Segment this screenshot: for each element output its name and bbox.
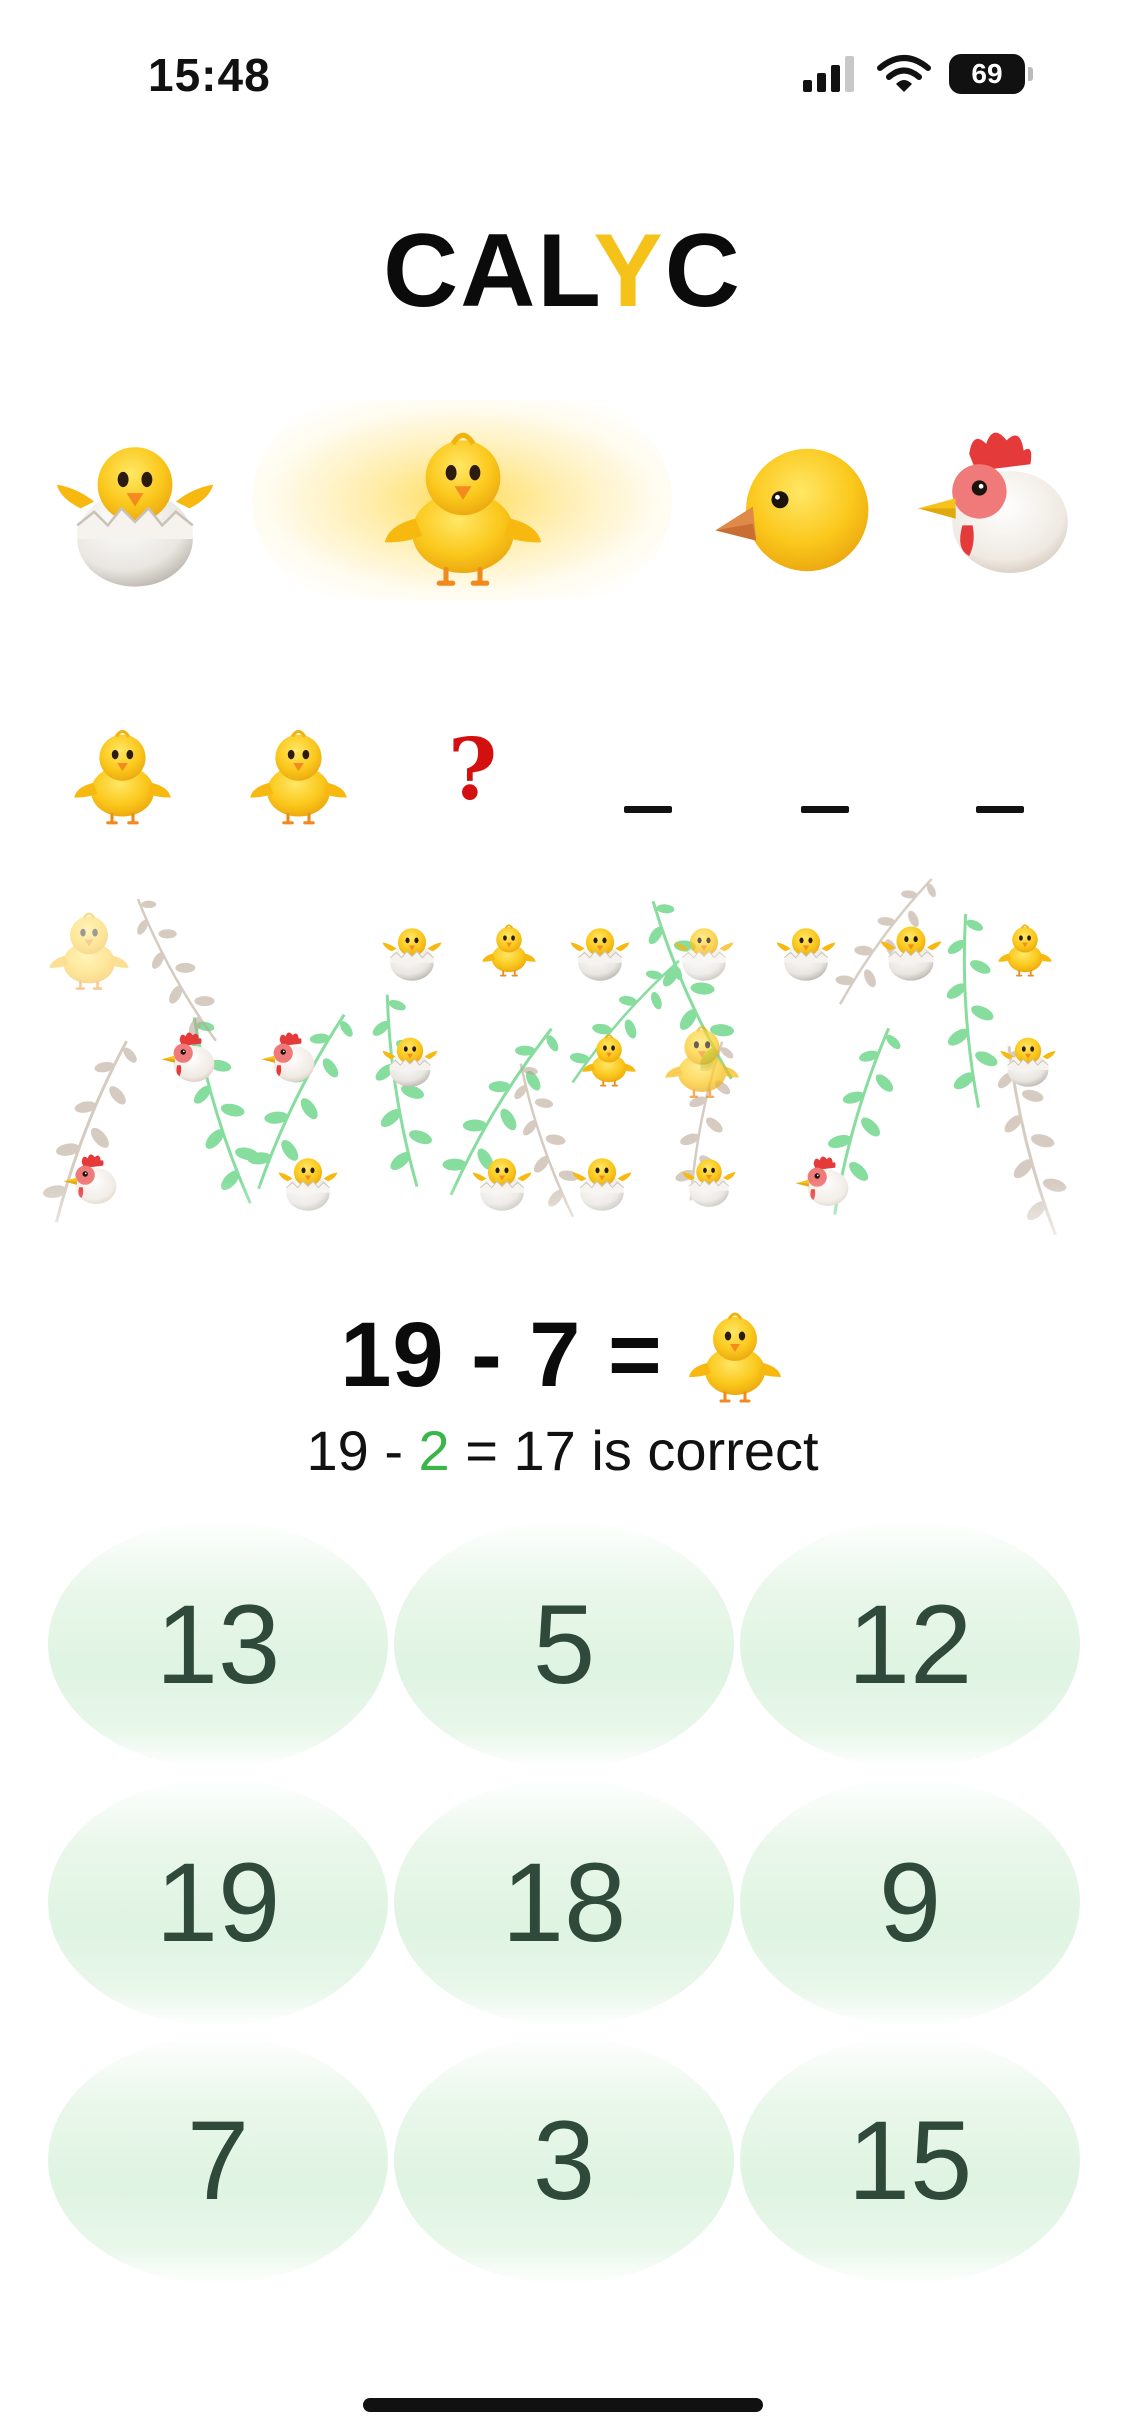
- progress-chick-icon: [70, 722, 175, 827]
- baby-chick-icon: [378, 420, 548, 590]
- feedback-prefix: 19 -: [306, 1419, 419, 1482]
- title-accent: Y: [593, 213, 665, 329]
- progress-chick-icon: [246, 722, 351, 827]
- rooster-icon: [908, 420, 1078, 590]
- status-bar: 15:48 69: [0, 0, 1125, 150]
- wifi-icon: [877, 55, 931, 92]
- answer-chick-icon: [685, 1305, 785, 1405]
- equation-text: 19 - 7 =: [340, 1303, 663, 1406]
- answer-button[interactable]: 19: [48, 1778, 388, 2026]
- status-time: 15:48: [148, 49, 271, 101]
- app-title: CALYC: [0, 212, 1125, 331]
- answer-button[interactable]: 15: [740, 2036, 1080, 2284]
- battery-level: 69: [971, 58, 1003, 89]
- answer-button[interactable]: 5: [394, 1520, 734, 1768]
- answer-button[interactable]: 18: [394, 1778, 734, 2026]
- status-icons: 69: [803, 54, 1033, 94]
- progress-blank: [624, 806, 672, 813]
- feedback-highlight: 2: [418, 1419, 450, 1482]
- hatching-chick-icon: [50, 420, 220, 590]
- home-indicator[interactable]: [363, 2398, 763, 2412]
- answer-button[interactable]: 3: [394, 2036, 734, 2284]
- answer-button[interactable]: 13: [48, 1520, 388, 1768]
- title-suffix: C: [664, 213, 742, 329]
- answer-button[interactable]: 7: [48, 2036, 388, 2284]
- progress-question-mark: ?: [448, 720, 498, 819]
- chick-head-icon: [712, 425, 882, 595]
- battery-icon: 69: [949, 54, 1033, 94]
- field-fade: [40, 1180, 1085, 1270]
- answer-button[interactable]: 9: [740, 1778, 1080, 2026]
- cellular-signal-icon: [803, 56, 854, 92]
- progress-blank: [976, 806, 1024, 813]
- feedback-text: 19 - 2 = 17 is correct: [0, 1418, 1125, 1483]
- progress-blank: [801, 806, 849, 813]
- feedback-suffix: = 17 is correct: [449, 1419, 819, 1482]
- title-prefix: CAL: [383, 213, 594, 329]
- answer-button[interactable]: 12: [740, 1520, 1080, 1768]
- equation: 19 - 7 =: [0, 1300, 1125, 1410]
